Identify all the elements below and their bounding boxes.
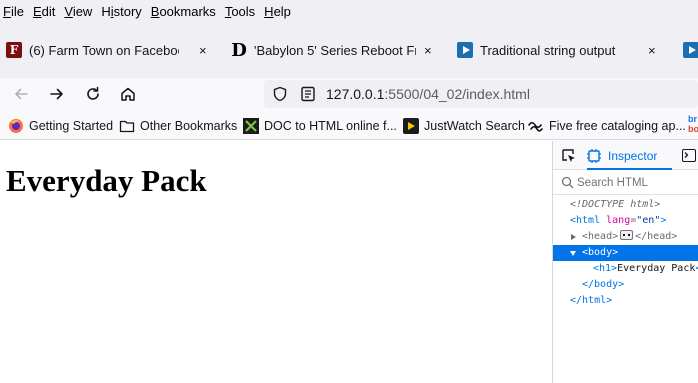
menu-edit-accesskey: E <box>32 3 42 19</box>
devtools-panel: Inspector <!DOCTYPE html> <html lang="en… <box>552 141 698 383</box>
page-info-icon[interactable] <box>300 86 316 102</box>
html-open-tag: <html lang="en"> <box>570 215 667 226</box>
menu-tools-label: ools <box>231 3 256 19</box>
tab-title: 'Babylon 5' Series Reboot From <box>254 42 416 58</box>
menu-file-label: ile <box>10 3 24 19</box>
d-favicon: D <box>231 39 247 61</box>
farmtown-favicon: F <box>6 42 22 58</box>
menu-history-label: History <box>101 3 142 19</box>
menu-file[interactable]: File <box>3 4 24 19</box>
search-icon <box>561 176 574 189</box>
inspector-icon <box>587 148 601 163</box>
tab-title: Traditional string output <box>480 42 616 58</box>
devtools-toolbar: Inspector <box>553 141 698 170</box>
menu-help-accesskey: H <box>264 3 274 19</box>
expand-triangle-icon[interactable] <box>571 234 576 240</box>
menu-view-label: iew <box>72 3 93 19</box>
collapsed-children-icon[interactable] <box>620 230 634 240</box>
page-heading: Everyday Pack <box>6 163 207 198</box>
bookmark-label: Getting Started <box>29 119 114 133</box>
console-icon[interactable] <box>682 149 696 162</box>
menu-file-accesskey: F <box>3 3 11 19</box>
doctype-text: <!DOCTYPE html> <box>570 199 661 210</box>
doc-converter-icon <box>243 118 259 134</box>
page-content: Everyday Pack <box>0 141 552 383</box>
menu-bar: File Edit View History Bookmarks Tools H… <box>0 0 698 22</box>
folder-icon <box>119 118 135 134</box>
bookmark-doc-to-html[interactable]: DOC to HTML online f... <box>243 117 397 135</box>
close-icon[interactable]: × <box>424 43 432 58</box>
video-play-favicon <box>457 42 473 58</box>
tree-node-head[interactable]: <head> </head> <box>553 229 698 245</box>
html-search-bar <box>553 171 698 195</box>
bookmark-getting-started[interactable]: Getting Started <box>8 117 113 135</box>
element-picker-icon[interactable] <box>561 148 577 164</box>
bookmark-label: DOC to HTML online f... <box>264 119 397 133</box>
tab-title: (6) Farm Town on Facebook <box>29 42 179 58</box>
menu-tools[interactable]: Tools <box>225 4 255 19</box>
reload-icon <box>87 86 99 100</box>
tab-traditional-string-output[interactable]: Traditional string output × <box>457 36 667 64</box>
tree-node-body[interactable]: <body> <box>553 245 698 261</box>
firefox-icon <box>8 118 24 134</box>
tab-babylon-5[interactable]: D 'Babylon 5' Series Reboot From × <box>231 36 441 64</box>
tree-node-html-close[interactable]: </html> <box>553 293 698 309</box>
close-icon[interactable]: × <box>648 43 656 58</box>
bookmark-label: Other Bookmarks <box>140 119 238 133</box>
body-open-tag: <body> <box>582 247 619 258</box>
tree-node-body-close[interactable]: </body> <box>553 277 698 293</box>
tree-node-doctype[interactable]: <!DOCTYPE html> <box>553 197 698 213</box>
tab-inspector[interactable]: Inspector <box>587 141 657 170</box>
navigation-toolbar: 127.0.0.1:5500/04_02/index.html <box>0 78 698 110</box>
video-play-favicon <box>683 42 698 58</box>
bookmark-five-free-cataloging[interactable]: Five free cataloging ap... <box>528 117 686 135</box>
menu-bookmarks[interactable]: Bookmarks <box>151 4 216 19</box>
shield-icon[interactable] <box>272 86 288 102</box>
url-bar[interactable]: 127.0.0.1:5500/04_02/index.html <box>264 80 698 108</box>
tab-strip: F (6) Farm Town on Facebook × D 'Babylon… <box>0 22 698 78</box>
menu-history[interactable]: History <box>101 4 141 19</box>
tree-node-h1[interactable]: <h1>Everyday Pack< <box>553 261 698 277</box>
collapse-triangle-icon[interactable] <box>570 251 576 256</box>
menu-help[interactable]: Help <box>264 4 291 19</box>
reload-button[interactable] <box>81 82 105 106</box>
bookmark-label: Five free cataloging ap... <box>549 119 686 133</box>
h1-tag: <h1>Everyday Pack< <box>593 263 698 274</box>
menu-bookmarks-label: ookmarks <box>159 3 216 19</box>
url-host: 127.0.0.1 <box>326 86 385 102</box>
menu-view-accesskey: V <box>64 3 73 19</box>
forward-button[interactable] <box>45 82 69 106</box>
html-close-tag: </html> <box>570 295 613 306</box>
markup-tree: <!DOCTYPE html> <html lang="en"> <head> <… <box>553 197 698 309</box>
url-path: :5500/04_02/index.html <box>384 86 530 102</box>
back-button[interactable] <box>9 82 33 106</box>
bookmark-other-bookmarks[interactable]: Other Bookmarks <box>119 117 237 135</box>
tab-farm-town[interactable]: F (6) Farm Town on Facebook × <box>6 36 216 64</box>
menu-edit-label: dit <box>41 3 56 19</box>
forward-arrow-icon <box>50 88 63 100</box>
menu-view[interactable]: View <box>64 4 92 19</box>
tab-partial[interactable] <box>683 36 698 64</box>
active-tab-indicator <box>587 168 672 170</box>
bookmark-overflow-partial[interactable]: br bo <box>688 114 698 136</box>
home-icon <box>121 87 135 101</box>
menu-help-label: elp <box>273 3 291 19</box>
bookmarks-toolbar: Getting Started Other Bookmarks DOC to H… <box>0 110 698 140</box>
tree-node-html[interactable]: <html lang="en"> <box>553 213 698 229</box>
home-button[interactable] <box>116 82 140 106</box>
bookmark-label: JustWatch Search <box>424 119 525 133</box>
justwatch-icon <box>403 118 419 134</box>
url-text[interactable]: 127.0.0.1:5500/04_02/index.html <box>326 86 530 102</box>
wave-icon <box>528 118 544 134</box>
menu-edit[interactable]: Edit <box>33 4 55 19</box>
search-html-input[interactable] <box>577 174 695 192</box>
back-arrow-icon <box>15 88 28 100</box>
tab-inspector-label: Inspector <box>608 148 658 163</box>
head-tag: <head> </head> <box>582 230 678 242</box>
bookmark-justwatch[interactable]: JustWatch Search <box>403 117 525 135</box>
body-close-tag: </body> <box>582 279 625 290</box>
close-icon[interactable]: × <box>199 43 207 58</box>
